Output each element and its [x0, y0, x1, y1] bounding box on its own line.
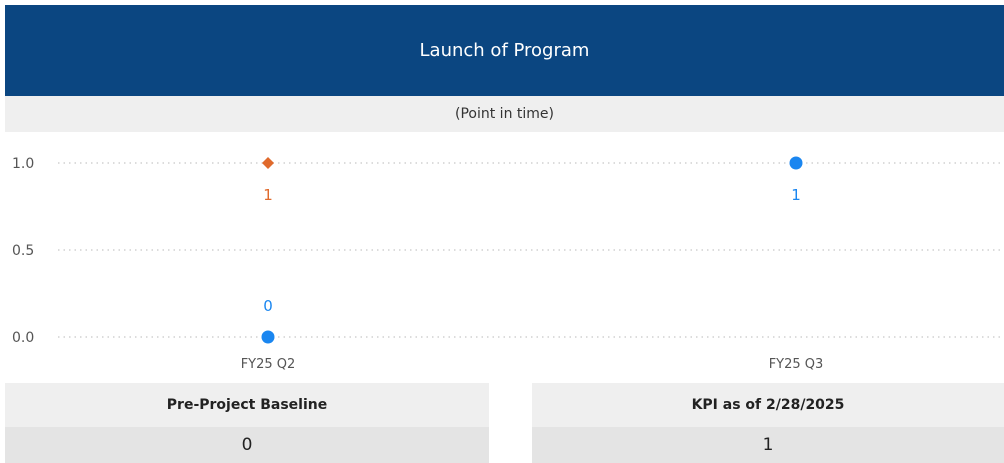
chart-title-bar: Launch of Program	[5, 5, 1004, 96]
kpi-card: KPI as of 2/28/2025 1	[532, 383, 1004, 463]
kpi-label: KPI as of 2/28/2025	[532, 383, 1004, 427]
y-tick-label: 0.0	[12, 330, 34, 346]
baseline-value: 0	[5, 427, 489, 463]
y-tick-label: 0.5	[12, 243, 34, 259]
data-label: 1	[791, 186, 801, 204]
y-tick-label: 1.0	[12, 156, 34, 172]
scatter-chart: 1.0 0.5 0.0 FY25 Q2 FY25 Q3 1 0 1	[12, 156, 1000, 372]
data-point-circle	[261, 330, 275, 344]
baseline-label: Pre-Project Baseline	[5, 383, 489, 427]
chart-subtitle-bar: (Point in time)	[5, 96, 1004, 132]
baseline-card: Pre-Project Baseline 0	[5, 383, 489, 463]
chart-subtitle: (Point in time)	[455, 106, 554, 122]
kpi-value: 1	[532, 427, 1004, 463]
data-point-circle	[789, 156, 803, 170]
data-label: 1	[263, 186, 273, 204]
x-tick-label: FY25 Q3	[769, 357, 824, 372]
chart-title: Launch of Program	[419, 40, 590, 61]
x-tick-label: FY25 Q2	[241, 357, 296, 372]
data-label: 0	[263, 297, 273, 315]
data-point-diamond	[262, 157, 274, 169]
